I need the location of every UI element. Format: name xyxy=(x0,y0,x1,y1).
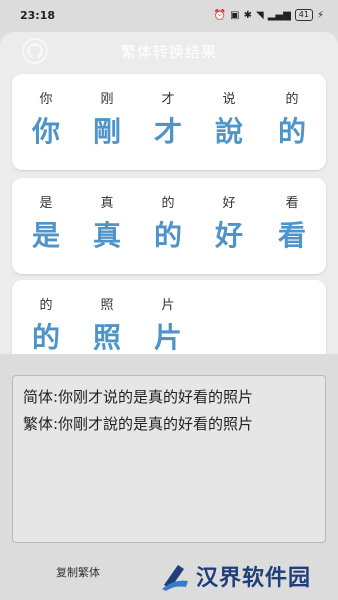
pinyin-label: 的 xyxy=(39,298,53,313)
copy-traditional-button[interactable]: 复制繁体 xyxy=(56,564,100,580)
traditional-char: 照 xyxy=(92,321,121,354)
alarm-icon: ⏰ xyxy=(213,9,227,21)
traditional-char: 的 xyxy=(31,321,60,354)
pinyin-label: 说 xyxy=(222,92,236,107)
result-sheet: 繁体转换结果 你 刚 才 说 的 你 剛 才 說 的 是 真 的 好 看 是 真… xyxy=(0,32,338,600)
watermark-text: 汉界软件园 xyxy=(196,566,312,591)
traditional-char: 的 xyxy=(277,115,306,148)
traditional-char: 片 xyxy=(153,321,182,354)
traditional-char: 好 xyxy=(214,219,243,252)
result-text-box[interactable]: 简体:你刚才说的是真的好看的照片 繁体:你剛才說的是真的好看的照片 xyxy=(12,375,326,543)
sheet-header: 繁体转换结果 xyxy=(0,32,338,70)
status-bar: 23:18 ⏰ ▣ ✱ ◥ ▂▄▆ 41 ⚡ xyxy=(0,0,338,32)
nfc-icon: ▣ xyxy=(230,9,240,21)
traditional-char: 你 xyxy=(31,115,60,148)
traditional-char: 的 xyxy=(153,219,182,252)
pinyin-label: 才 xyxy=(161,92,175,107)
pinyin-label: 片 xyxy=(161,298,175,313)
pinyin-label: 看 xyxy=(285,196,299,211)
signal-icon: ▂▄▆ xyxy=(267,9,291,21)
page-title: 繁体转换结果 xyxy=(120,43,217,61)
pinyin-label: 你 xyxy=(39,92,53,107)
traditional-result: 繁体:你剛才說的是真的好看的照片 xyxy=(23,415,254,433)
pinyin-label: 刚 xyxy=(100,92,114,107)
simplified-result: 简体:你刚才说的是真的好看的照片 xyxy=(23,388,254,406)
char-card-1: 你 刚 才 说 的 你 剛 才 說 的 xyxy=(12,74,326,170)
traditional-char: 看 xyxy=(277,219,306,252)
pinyin-label: 的 xyxy=(161,196,175,211)
pinyin-label: 是 xyxy=(39,196,53,211)
bluetooth-icon: ✱ xyxy=(243,9,252,21)
battery-icon: 41 xyxy=(294,9,313,21)
char-card-2: 是 真 的 好 看 是 真 的 好 看 xyxy=(12,178,326,274)
charging-icon: ⚡ xyxy=(316,9,324,21)
watermark: 汉界软件园 xyxy=(160,552,338,600)
traditional-char: 說 xyxy=(214,115,243,148)
wifi-icon: ◥ xyxy=(256,9,264,21)
traditional-char: 剛 xyxy=(92,115,121,148)
pinyin-label: 好 xyxy=(222,196,236,211)
status-icons: ⏰ ▣ ✱ ◥ ▂▄▆ 41 ⚡ xyxy=(214,9,324,21)
traditional-char: 是 xyxy=(31,219,60,252)
pinyin-label: 的 xyxy=(285,92,299,107)
traditional-char: 真 xyxy=(92,219,121,252)
pinyin-label: 照 xyxy=(100,298,114,313)
watermark-logo-icon xyxy=(162,565,188,591)
pinyin-label: 真 xyxy=(100,196,114,211)
traditional-char: 才 xyxy=(153,115,182,148)
status-time: 23:18 xyxy=(20,9,56,22)
